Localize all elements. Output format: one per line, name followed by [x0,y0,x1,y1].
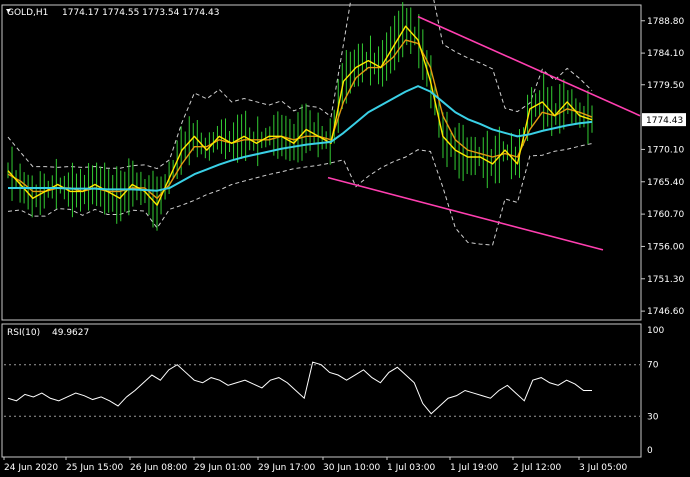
gold-chart: GOLD,H1 1774.17 1774.55 1773.54 1774.43 … [1,0,686,473]
rsi-name-label: RSI(10) [7,328,40,338]
time-tick: 25 Jun 15:00 [66,463,123,473]
price-tick: 1770.10 [647,145,684,155]
ohlc-label: 1774.17 1774.55 1773.54 1774.43 [62,8,219,18]
price-tick: 1765.40 [647,178,684,188]
mid-ma-line [7,39,593,199]
price-panel [1,4,642,321]
time-tick: 30 Jun 10:00 [323,463,380,473]
time-tick: 29 Jun 01:00 [194,463,251,473]
time-axis: 24 Jun 2020 25 Jun 15:00 26 Jun 08:00 29… [3,457,628,473]
rsi-panel [1,323,642,458]
price-tick: 1779.50 [647,81,684,91]
rsi-layer [4,361,640,417]
time-tick: 24 Jun 2020 [4,463,58,473]
fast-ma-line [7,25,593,206]
time-tick: 3 Jul 05:00 [579,463,628,473]
bollinger-lower-band [7,143,593,246]
price-tick: 1760.70 [647,210,684,220]
price-layer [7,0,641,251]
symbol-label: GOLD,H1 [7,8,48,18]
price-tick: 1756.00 [647,242,684,252]
time-tick: 2 Jul 12:00 [513,463,562,473]
rsi-tick: 0 [647,446,653,456]
price-tick: 1751.30 [647,275,684,285]
price-tick: 1746.60 [647,307,684,317]
time-tick: 26 Jun 08:00 [130,463,187,473]
bollinger-upper-band [7,0,593,170]
rsi-tick: 70 [647,361,659,371]
time-tick: 1 Jul 19:00 [450,463,499,473]
rsi-value-label: 49.9627 [52,328,89,338]
time-tick: 1 Jul 03:00 [387,463,436,473]
price-tick: 1784.10 [647,49,684,59]
lower-trendline [327,176,604,251]
price-axis: 1788.80 1784.10 1779.50 1770.10 1765.40 … [641,17,684,317]
current-price-label: 1774.43 [646,116,683,126]
price-tick: 1788.80 [647,17,684,27]
upper-trendline [417,15,641,117]
time-tick: 29 Jun 17:00 [258,463,315,473]
rsi-axis: 100 70 30 0 [647,326,664,456]
rsi-line [7,361,593,415]
rsi-tick: 30 [647,412,659,422]
rsi-tick: 100 [647,326,664,336]
